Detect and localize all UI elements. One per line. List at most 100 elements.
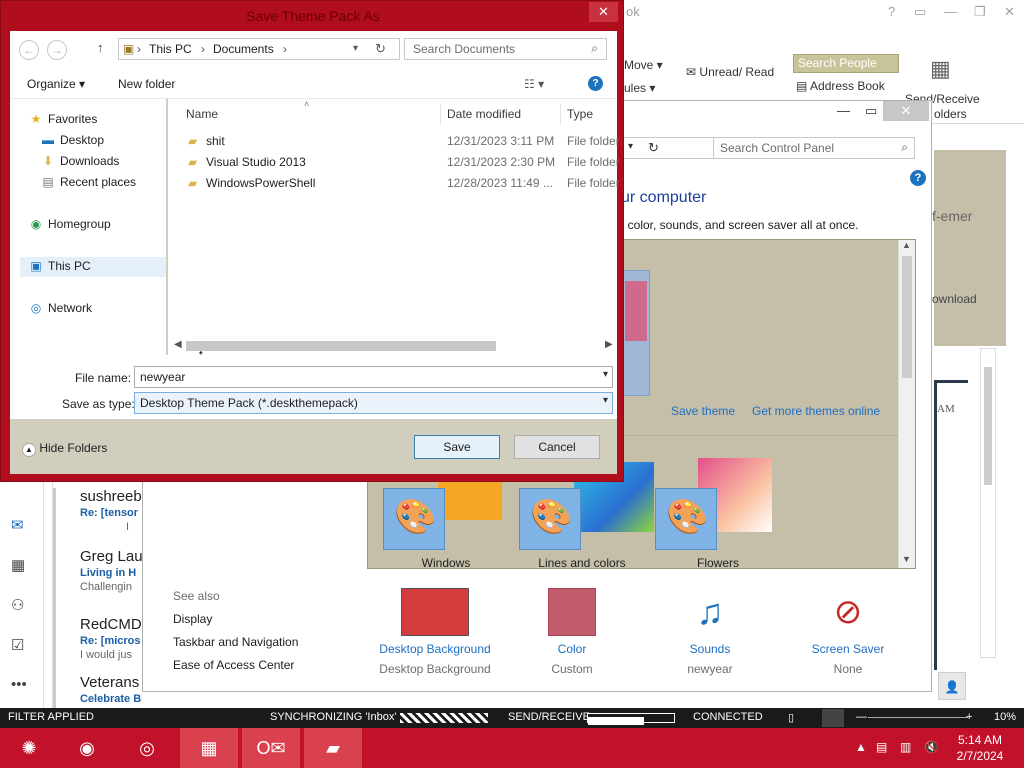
address-book-button[interactable]: ▤ Address Book	[796, 79, 885, 93]
chevron-down-icon[interactable]: ▾	[628, 141, 633, 152]
sounds-item[interactable]: ♫ Sounds newyear	[650, 588, 770, 676]
desktop-background-item[interactable]: Desktop Background Desktop Background	[375, 588, 495, 676]
restore-icon[interactable]: ❐	[974, 4, 986, 20]
help-icon[interactable]: ?	[910, 170, 926, 186]
zoom-in-icon[interactable]: +	[966, 711, 972, 723]
reading-pane-scrollbar[interactable]	[980, 348, 996, 658]
action-center-icon[interactable]: ▤	[876, 740, 887, 754]
ribbon-display-icon[interactable]: ▭	[914, 4, 926, 20]
start-button[interactable]: ✺	[0, 728, 58, 768]
column-name[interactable]: Name	[186, 107, 218, 121]
flowers-theme-thumb[interactable]: 🎨	[655, 488, 717, 550]
move-button[interactable]: Move ▾	[624, 58, 663, 72]
nav-favorites[interactable]: ★ Favorites	[28, 112, 98, 126]
mail-icon[interactable]: ✉	[11, 516, 24, 534]
column-date[interactable]: Date modified	[447, 107, 521, 121]
chevron-down-icon[interactable]: ▾	[603, 369, 608, 380]
up-icon[interactable]: ↑	[97, 40, 104, 55]
reading-pane-link[interactable]: ownload	[932, 292, 977, 306]
nav-thispc[interactable]: ▣ This PC	[28, 259, 90, 273]
search-icon[interactable]: ⌕	[591, 41, 598, 56]
taskbar-clock[interactable]: 5:14 AM 2/7/2024	[948, 732, 1012, 764]
mail-item[interactable]: sushreeb Re: [tensor I	[53, 488, 142, 556]
cp-search-input[interactable]: Search Control Panel ⌕	[713, 137, 915, 159]
tasks-icon[interactable]: ☑	[11, 636, 24, 654]
people-icon[interactable]: ⚇	[11, 596, 24, 614]
send-receive-folders[interactable]: olders	[934, 107, 967, 121]
see-also-display-link[interactable]: Display	[173, 612, 212, 626]
scroll-down-icon[interactable]: ▼	[902, 554, 911, 564]
save-theme-link[interactable]: Save theme	[671, 404, 735, 418]
refresh-icon[interactable]: ↻	[375, 41, 386, 57]
breadcrumb-thispc[interactable]: This PC	[149, 42, 192, 56]
minimize-icon[interactable]: —	[944, 4, 957, 19]
calendar-icon[interactable]: ▦	[11, 556, 25, 574]
hide-folders-button[interactable]: ▲ Hide Folders	[22, 441, 107, 457]
column-type[interactable]: Type	[567, 107, 593, 121]
nav-recent[interactable]: ▤ Recent places	[40, 175, 136, 189]
back-icon[interactable]: ←	[19, 40, 39, 60]
normal-view-icon[interactable]: ▯	[788, 711, 794, 724]
color-item[interactable]: Color Custom	[512, 588, 632, 676]
dialog-search-input[interactable]: Search Documents ⌕	[404, 38, 607, 60]
themes-scrollbar[interactable]: ▲ ▼	[898, 240, 915, 568]
mail-item[interactable]: Greg Lau Living in H Challengin	[53, 548, 142, 616]
view-options-icon[interactable]: ☷ ▾	[524, 77, 544, 91]
scroll-left-icon[interactable]: ◀	[174, 339, 182, 350]
file-explorer-taskbar-icon[interactable]: ▰	[304, 728, 362, 768]
nav-network[interactable]: ◎ Network	[28, 301, 92, 315]
help-icon[interactable]: ?	[588, 76, 603, 91]
chevron-down-icon[interactable]: ▾	[603, 395, 608, 406]
control-panel-taskbar-icon[interactable]: ▦	[180, 728, 238, 768]
lines-colors-theme-thumb[interactable]: 🎨	[519, 488, 581, 550]
reading-view-icon[interactable]	[822, 709, 844, 727]
scroll-thumb[interactable]	[984, 367, 992, 485]
minimize-icon[interactable]: —	[837, 103, 850, 118]
tray-expand-icon[interactable]: ▲	[855, 740, 867, 754]
breadcrumb[interactable]: ▣ › This PC › Documents › ▾ ↻	[118, 38, 400, 60]
scroll-thumb[interactable]	[902, 256, 912, 378]
file-row[interactable]: ▰ Visual Studio 2013 12/31/2023 2:30 PM …	[168, 152, 620, 172]
breadcrumb-documents[interactable]: Documents	[213, 42, 274, 56]
nav-homegroup[interactable]: ◉ Homegroup	[28, 217, 111, 231]
get-more-themes-link[interactable]: Get more themes online	[752, 404, 880, 418]
maximize-icon[interactable]: ▭	[865, 103, 877, 119]
outlook-taskbar-icon[interactable]: O✉	[242, 728, 300, 768]
rules-button[interactable]: ules ▾	[624, 81, 655, 95]
filename-input[interactable]: newyear ▾	[134, 366, 613, 388]
search-people-input[interactable]: Search People	[793, 54, 899, 73]
zoom-out-icon[interactable]: —	[856, 711, 867, 723]
close-icon[interactable]: ✕	[1004, 4, 1015, 20]
see-also-taskbar-link[interactable]: Taskbar and Navigation	[173, 635, 298, 649]
save-button[interactable]: Save	[414, 435, 500, 459]
scroll-up-icon[interactable]: ▲	[902, 240, 911, 250]
selected-theme-preview[interactable]	[622, 270, 650, 396]
nav-desktop[interactable]: ▬ Desktop	[40, 133, 104, 147]
zoom-slider[interactable]	[868, 717, 968, 718]
chevron-down-icon[interactable]: ▾	[353, 43, 358, 54]
scroll-thumb[interactable]	[186, 341, 496, 351]
forward-icon[interactable]: →	[47, 40, 67, 60]
refresh-icon[interactable]: ↻	[648, 140, 659, 156]
volume-muted-icon[interactable]: 🔇	[924, 740, 939, 754]
more-icon[interactable]: •••	[11, 676, 27, 693]
unread-read-button[interactable]: ✉ Unread/ Read	[686, 65, 774, 79]
windows-theme-thumb[interactable]: 🎨	[383, 488, 445, 550]
organize-button[interactable]: Organize ▾	[27, 77, 85, 91]
cancel-button[interactable]: Cancel	[514, 435, 600, 459]
mail-item[interactable]: Veterans Celebrate Black History with Pa…	[53, 674, 142, 708]
chrome-icon[interactable]: ◎	[118, 728, 176, 768]
see-also-ease-link[interactable]: Ease of Access Center	[173, 658, 294, 672]
file-list-hscrollbar[interactable]: ◀ ▶	[168, 337, 617, 355]
savetype-select[interactable]: Desktop Theme Pack (*.deskthemepack) ▾	[134, 392, 613, 414]
network-tray-icon[interactable]: ▥	[900, 740, 911, 754]
search-icon[interactable]: ⌕	[901, 140, 908, 155]
scroll-right-icon[interactable]: ▶	[605, 339, 613, 350]
screen-saver-item[interactable]: ⊘ Screen Saver None	[788, 588, 908, 676]
firefox-icon[interactable]: ◉	[58, 728, 116, 768]
file-row[interactable]: ▰ WindowsPowerShell 12/28/2023 11:49 ...…	[168, 173, 620, 193]
close-icon[interactable]: ✕	[883, 101, 929, 121]
new-folder-button[interactable]: New folder	[118, 77, 175, 91]
help-icon[interactable]: ?	[888, 4, 895, 19]
file-row[interactable]: ▰ shit 12/31/2023 3:11 PM File folder	[168, 131, 620, 151]
